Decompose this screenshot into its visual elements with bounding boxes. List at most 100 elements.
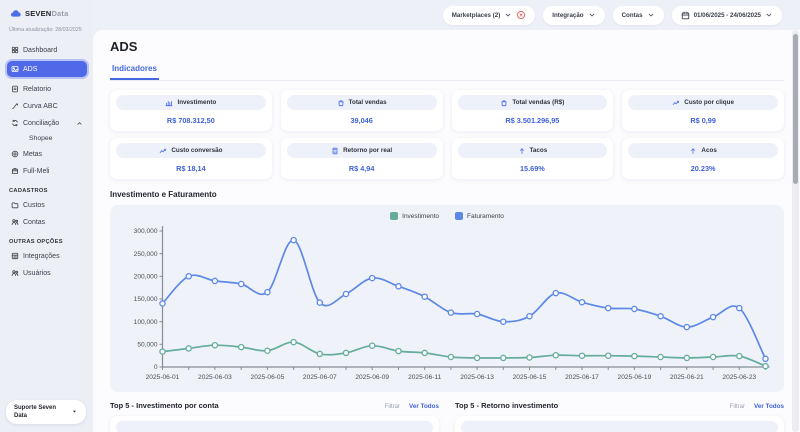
- chart-section-title: Investimento e Faturamento: [110, 190, 784, 199]
- sidebar-item-conciliacao[interactable]: Conciliação: [7, 115, 87, 131]
- sidebar-item-dashboard[interactable]: Dashboard: [7, 42, 87, 58]
- legend-swatch: [455, 212, 463, 220]
- kpi-card-total-vendas: Total vendas39,046: [281, 90, 443, 131]
- bottom-panel-header: Top 5 - Retorno investimentoFiltrarVer T…: [455, 401, 784, 410]
- sidebar-item-label: Shopee: [29, 135, 52, 142]
- sidebar-item-metas[interactable]: Metas: [7, 146, 87, 162]
- filter-link[interactable]: Filtrar: [730, 404, 745, 410]
- integracao-filter-label: Integração: [552, 12, 583, 19]
- svg-text:2025-06-07: 2025-06-07: [303, 374, 337, 381]
- bottom-panel-top-5-investimento-por-conta: Top 5 - Investimento por contaFiltrarVer…: [110, 401, 439, 432]
- kpi-label: Custo por clique: [684, 99, 734, 106]
- cloud-logo-icon: [9, 8, 22, 19]
- kpi-header-pill[interactable]: Custo por clique: [628, 95, 778, 110]
- kpi-card-custo-conversao: Custo conversão R$ 18,14: [110, 138, 272, 179]
- sidebar-item-full-meli[interactable]: Full-Meli: [7, 163, 87, 179]
- caret-down-icon: [71, 408, 78, 415]
- kpi-value: 15.69%: [458, 164, 608, 173]
- svg-text:2025-06-15: 2025-06-15: [513, 374, 547, 381]
- svg-text:200,000: 200,000: [134, 274, 158, 281]
- legend-label: Investimento: [402, 213, 439, 220]
- marketplaces-filter-label: Marketplaces (2): [452, 12, 501, 19]
- date-range-label: 01/06/2025 - 24/06/2025: [694, 12, 761, 19]
- users-icon: [11, 218, 19, 226]
- clear-filter-icon[interactable]: [516, 10, 526, 20]
- target-icon: [11, 150, 19, 158]
- sidebar-item-contas[interactable]: Contas: [7, 214, 87, 230]
- sidebar-item-label: Dashboard: [23, 47, 57, 54]
- kpi-value: R$ 3.501.296,95: [458, 116, 608, 125]
- filter-link[interactable]: Filtrar: [385, 404, 400, 410]
- contas-filter[interactable]: Contas: [613, 6, 664, 25]
- sidebar-item-curva-abc[interactable]: Curva ABC: [7, 98, 87, 114]
- kpi-header-pill[interactable]: Total vendas: [287, 95, 437, 110]
- content-panel: ADS Indicadores InvestimentoR$ 708.312,5…: [93, 30, 800, 432]
- chevron-down-icon: [504, 11, 512, 19]
- brand-name: SEVENData: [25, 9, 69, 18]
- see-all-link[interactable]: Ver Todos: [754, 403, 784, 410]
- kpi-value: R$ 4,94: [287, 164, 437, 173]
- scrollbar-thumb[interactable]: [793, 34, 798, 184]
- bottom-panel-card: [455, 416, 784, 432]
- sidebar: SEVENData Última atualização: 28/03/2025…: [0, 0, 93, 432]
- bottom-panel-table-header: [461, 421, 778, 432]
- kpi-header-pill[interactable]: Acos: [628, 143, 778, 158]
- support-button[interactable]: Suporte Seven Data: [6, 400, 86, 424]
- chevron-down-icon: [765, 11, 773, 19]
- sidebar-item-usuarios[interactable]: Usuários: [7, 265, 87, 281]
- logo: SEVENData: [7, 7, 87, 26]
- sidebar-item-ads[interactable]: ADS: [7, 61, 87, 77]
- sidebar-item-label: Relatorio: [23, 86, 51, 93]
- kpi-header-pill[interactable]: Retorno por real: [287, 143, 437, 158]
- legend-swatch: [390, 212, 398, 220]
- chevron-up-icon[interactable]: [76, 120, 83, 127]
- chevron-down-icon: [588, 11, 596, 19]
- image-icon: [11, 65, 19, 73]
- sidebar-item-integracoes[interactable]: Integrações: [7, 248, 87, 264]
- see-all-link[interactable]: Ver Todos: [409, 403, 439, 410]
- svg-text:2025-06-05: 2025-06-05: [251, 374, 285, 381]
- svg-text:2025-06-09: 2025-06-09: [355, 374, 389, 381]
- kpi-header-pill[interactable]: Total vendas (R$): [458, 95, 608, 110]
- svg-text:2025-06-01: 2025-06-01: [146, 374, 180, 381]
- kpi-card-tacos: Tacos 15.69%: [452, 138, 614, 179]
- chart-legend: Investimento Faturamento: [120, 212, 774, 220]
- kpi-value: R$ 18,14: [116, 164, 266, 173]
- legend-item-faturamento[interactable]: Faturamento: [455, 212, 504, 220]
- bag-icon: [500, 99, 508, 107]
- sidebar-item-label: Conciliação: [23, 120, 59, 127]
- sidebar-item-label: Full-Meli: [23, 168, 49, 175]
- brand-bold: SEVEN: [25, 9, 51, 18]
- svg-text:2025-06-13: 2025-06-13: [460, 374, 494, 381]
- kpi-header-pill[interactable]: Custo conversão: [116, 143, 266, 158]
- kpi-value: R$ 0,99: [628, 116, 778, 125]
- topbar: Marketplaces (2) Integração Contas 01/06…: [93, 0, 800, 30]
- sidebar-nav: Dashboard ADS Relatorio Curva ABC Conciliaçã…: [7, 42, 87, 281]
- svg-text:2025-06-19: 2025-06-19: [618, 374, 652, 381]
- arrow-up-icon: [689, 147, 697, 155]
- sidebar-item-custos[interactable]: Custos: [7, 197, 87, 213]
- kpi-card-retorno-por-real: Retorno por real R$ 4,94: [281, 138, 443, 179]
- svg-text:150,000: 150,000: [134, 296, 158, 303]
- kpi-header-pill[interactable]: Investimento: [116, 95, 266, 110]
- brand-light: Data: [51, 9, 68, 18]
- svg-text:2025-06-17: 2025-06-17: [565, 374, 599, 381]
- curve-icon: [11, 102, 19, 110]
- arrow-up-icon: [518, 147, 526, 155]
- svg-text:2025-06-03: 2025-06-03: [198, 374, 232, 381]
- sync-icon: [11, 119, 19, 127]
- kpi-grid: InvestimentoR$ 708.312,50Total vendas39,…: [110, 90, 784, 179]
- date-range-picker[interactable]: 01/06/2025 - 24/06/2025: [672, 6, 782, 25]
- marketplaces-filter[interactable]: Marketplaces (2): [443, 6, 536, 25]
- sidebar-item-label: ADS: [23, 66, 37, 73]
- sidebar-item-relatorio[interactable]: Relatorio: [7, 81, 87, 97]
- integracao-filter[interactable]: Integração: [543, 6, 604, 25]
- legend-item-investimento[interactable]: Investimento: [390, 212, 439, 220]
- money-chart-icon: [165, 99, 173, 107]
- kpi-label: Tacos: [530, 147, 548, 154]
- tab-indicadores[interactable]: Indicadores: [110, 61, 159, 80]
- kpi-header-pill[interactable]: Tacos: [458, 143, 608, 158]
- bottom-panel-header: Top 5 - Investimento por contaFiltrarVer…: [110, 401, 439, 410]
- main-area: Marketplaces (2) Integração Contas 01/06…: [93, 0, 800, 432]
- sidebar-item-shopee[interactable]: Shopee: [7, 132, 87, 145]
